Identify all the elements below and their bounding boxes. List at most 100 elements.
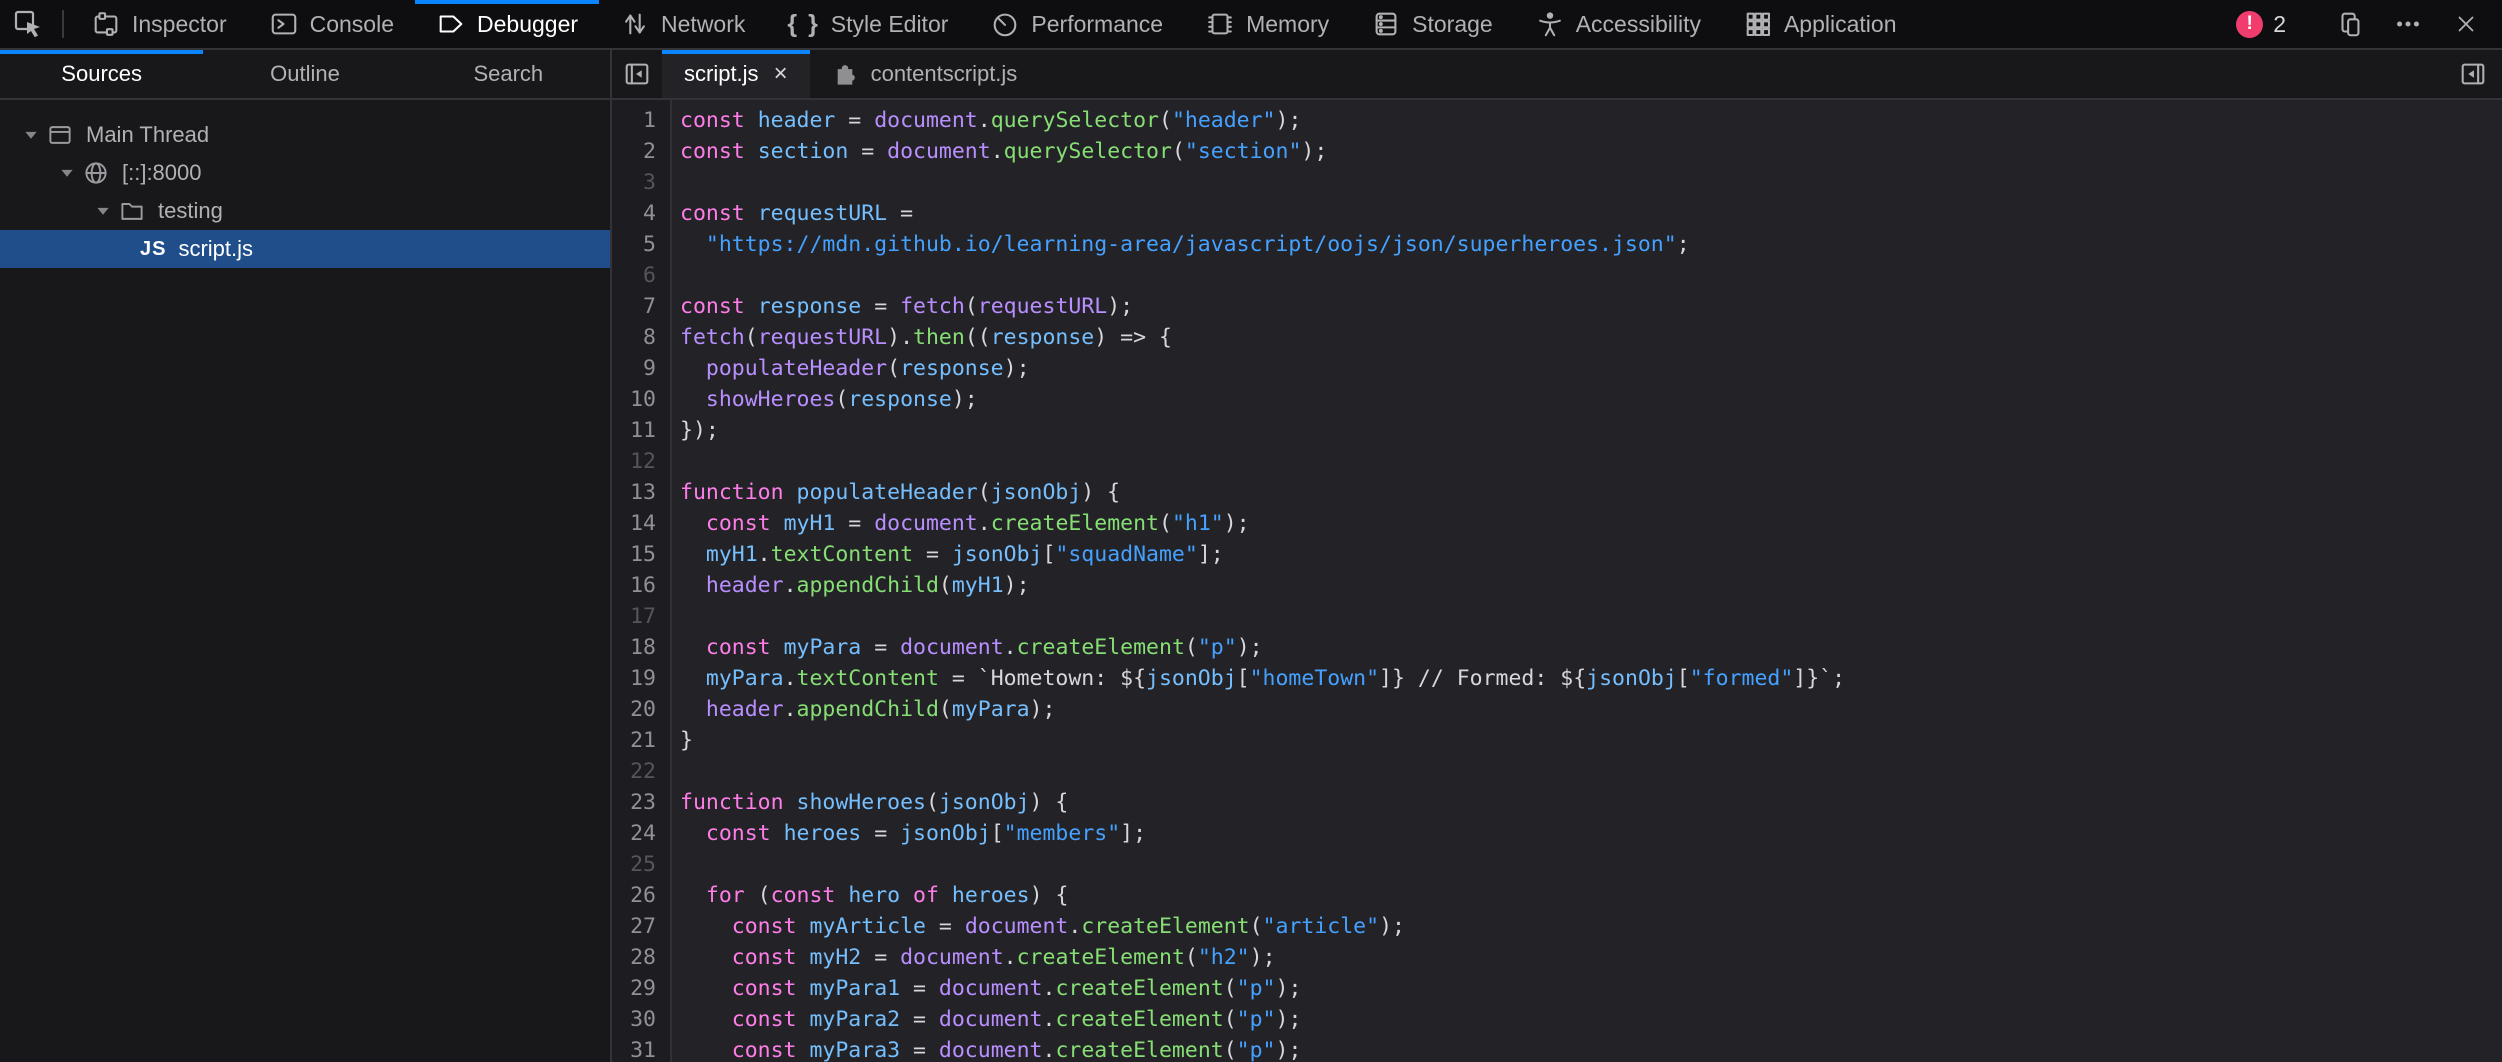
line-number[interactable]: 14 bbox=[612, 508, 656, 539]
line-number[interactable]: 18 bbox=[612, 632, 656, 663]
line-number[interactable]: 25 bbox=[612, 849, 656, 880]
sidebar-tab-bar: SourcesOutlineSearch bbox=[0, 50, 610, 100]
expand-arrow-icon[interactable] bbox=[88, 201, 118, 221]
line-number[interactable]: 28 bbox=[612, 942, 656, 973]
collapse-sources-panel-button[interactable] bbox=[612, 50, 662, 98]
code-line[interactable]: const myPara1 = document.createElement("… bbox=[680, 973, 2502, 1004]
code-line[interactable]: for (const hero of heroes) { bbox=[680, 880, 2502, 911]
line-number[interactable]: 20 bbox=[612, 694, 656, 725]
line-number[interactable]: 24 bbox=[612, 818, 656, 849]
code-line[interactable]: const myH1 = document.createElement("h1"… bbox=[680, 508, 2502, 539]
code-line[interactable]: showHeroes(response); bbox=[680, 384, 2502, 415]
tree-item-script-js[interactable]: JSscript.js bbox=[0, 230, 610, 268]
line-number[interactable]: 15 bbox=[612, 539, 656, 570]
code-line[interactable]: myPara.textContent = `Hometown: ${jsonOb… bbox=[680, 663, 2502, 694]
tab-label: Style Editor bbox=[831, 11, 949, 38]
expand-arrow-icon[interactable] bbox=[16, 125, 46, 145]
line-number[interactable]: 11 bbox=[612, 415, 656, 446]
code-line[interactable] bbox=[680, 849, 2502, 880]
line-number[interactable]: 30 bbox=[612, 1004, 656, 1035]
code-line[interactable] bbox=[680, 260, 2502, 291]
devtools-settings-menu-button[interactable] bbox=[2386, 0, 2430, 48]
code-line[interactable]: populateHeader(response); bbox=[680, 353, 2502, 384]
line-number[interactable]: 27 bbox=[612, 911, 656, 942]
code-line[interactable]: const response = fetch(requestURL); bbox=[680, 291, 2502, 322]
line-number[interactable]: 2 bbox=[612, 136, 656, 167]
tree-item--8000[interactable]: [::]:8000 bbox=[0, 154, 610, 192]
line-number[interactable]: 6 bbox=[612, 260, 656, 291]
tab-accessibility[interactable]: Accessibility bbox=[1514, 0, 1722, 48]
code-line[interactable]: }); bbox=[680, 415, 2502, 446]
source-tab-bar: script.js×contentscript.js bbox=[612, 50, 2502, 100]
line-number[interactable]: 4 bbox=[612, 198, 656, 229]
line-number[interactable]: 16 bbox=[612, 570, 656, 601]
code-line[interactable]: const myH2 = document.createElement("h2"… bbox=[680, 942, 2502, 973]
tab-console[interactable]: Console bbox=[248, 0, 415, 48]
source-tab-script-js[interactable]: script.js× bbox=[662, 50, 810, 98]
line-number[interactable]: 5 bbox=[612, 229, 656, 260]
code-line[interactable]: const myPara = document.createElement("p… bbox=[680, 632, 2502, 663]
code-line[interactable] bbox=[680, 446, 2502, 477]
pick-element-button[interactable] bbox=[0, 0, 56, 48]
code-line[interactable]: const heroes = jsonObj["members"]; bbox=[680, 818, 2502, 849]
code-line[interactable] bbox=[680, 167, 2502, 198]
line-number[interactable]: 7 bbox=[612, 291, 656, 322]
code-line[interactable] bbox=[680, 601, 2502, 632]
error-count-button[interactable]: ! 2 bbox=[2236, 11, 2286, 38]
sidebar-tab-outline[interactable]: Outline bbox=[203, 50, 406, 98]
code-line[interactable]: } bbox=[680, 725, 2502, 756]
code-line[interactable]: fetch(requestURL).then((response) => { bbox=[680, 322, 2502, 353]
code-line[interactable]: const myArticle = document.createElement… bbox=[680, 911, 2502, 942]
line-number[interactable]: 9 bbox=[612, 353, 656, 384]
source-tab-contentscript-js[interactable]: contentscript.js bbox=[810, 50, 1040, 98]
js-file-icon: JS bbox=[140, 238, 166, 261]
tab-storage[interactable]: Storage bbox=[1350, 0, 1514, 48]
line-number[interactable]: 19 bbox=[612, 663, 656, 694]
tab-inspector[interactable]: Inspector bbox=[70, 0, 248, 48]
sidebar-tab-sources[interactable]: Sources bbox=[0, 50, 203, 98]
code-line[interactable]: "https://mdn.github.io/learning-area/jav… bbox=[680, 229, 2502, 260]
close-devtools-button[interactable] bbox=[2444, 0, 2488, 48]
line-number[interactable]: 22 bbox=[612, 756, 656, 787]
code-line[interactable]: const requestURL = bbox=[680, 198, 2502, 229]
code-line[interactable]: function populateHeader(jsonObj) { bbox=[680, 477, 2502, 508]
line-number[interactable]: 10 bbox=[612, 384, 656, 415]
line-number[interactable]: 31 bbox=[612, 1035, 656, 1062]
tab-performance[interactable]: Performance bbox=[969, 0, 1184, 48]
code-line[interactable]: const myPara3 = document.createElement("… bbox=[680, 1035, 2502, 1062]
tree-item-main-thread[interactable]: Main Thread bbox=[0, 116, 610, 154]
sidebar-tab-search[interactable]: Search bbox=[407, 50, 610, 98]
line-number[interactable]: 1 bbox=[612, 105, 656, 136]
code-line[interactable]: header.appendChild(myH1); bbox=[680, 570, 2502, 601]
line-number[interactable]: 8 bbox=[612, 322, 656, 353]
tab-memory[interactable]: Memory bbox=[1184, 0, 1350, 48]
code-line[interactable]: const section = document.querySelector("… bbox=[680, 136, 2502, 167]
tab-debugger[interactable]: Debugger bbox=[415, 0, 599, 48]
expand-arrow-icon[interactable] bbox=[52, 163, 82, 183]
line-number[interactable]: 26 bbox=[612, 880, 656, 911]
code-line[interactable]: const header = document.querySelector("h… bbox=[680, 105, 2502, 136]
code-line[interactable] bbox=[680, 756, 2502, 787]
code-line[interactable]: header.appendChild(myPara); bbox=[680, 694, 2502, 725]
responsive-design-button[interactable] bbox=[2328, 0, 2372, 48]
line-number[interactable]: 12 bbox=[612, 446, 656, 477]
tab-network[interactable]: Network bbox=[599, 0, 766, 48]
expand-debugger-panel-button[interactable] bbox=[2448, 50, 2498, 98]
tree-item-testing[interactable]: testing bbox=[0, 192, 610, 230]
line-number[interactable]: 17 bbox=[612, 601, 656, 632]
debugger-icon bbox=[436, 9, 466, 39]
code-content[interactable]: const header = document.querySelector("h… bbox=[672, 100, 2502, 1062]
code-line[interactable]: const myPara2 = document.createElement("… bbox=[680, 1004, 2502, 1035]
code-line[interactable]: function showHeroes(jsonObj) { bbox=[680, 787, 2502, 818]
line-number[interactable]: 29 bbox=[612, 973, 656, 1004]
close-tab-button[interactable]: × bbox=[774, 60, 788, 88]
line-number[interactable]: 21 bbox=[612, 725, 656, 756]
breakpoint-gutter[interactable]: 1234567891011121314151617181920212223242… bbox=[612, 100, 672, 1062]
code-line[interactable]: myH1.textContent = jsonObj["squadName"]; bbox=[680, 539, 2502, 570]
tab-application[interactable]: Application bbox=[1722, 0, 1918, 48]
line-number[interactable]: 13 bbox=[612, 477, 656, 508]
source-editor[interactable]: 1234567891011121314151617181920212223242… bbox=[612, 100, 2502, 1062]
line-number[interactable]: 3 bbox=[612, 167, 656, 198]
tab-style-editor[interactable]: { }Style Editor bbox=[766, 0, 969, 48]
line-number[interactable]: 23 bbox=[612, 787, 656, 818]
